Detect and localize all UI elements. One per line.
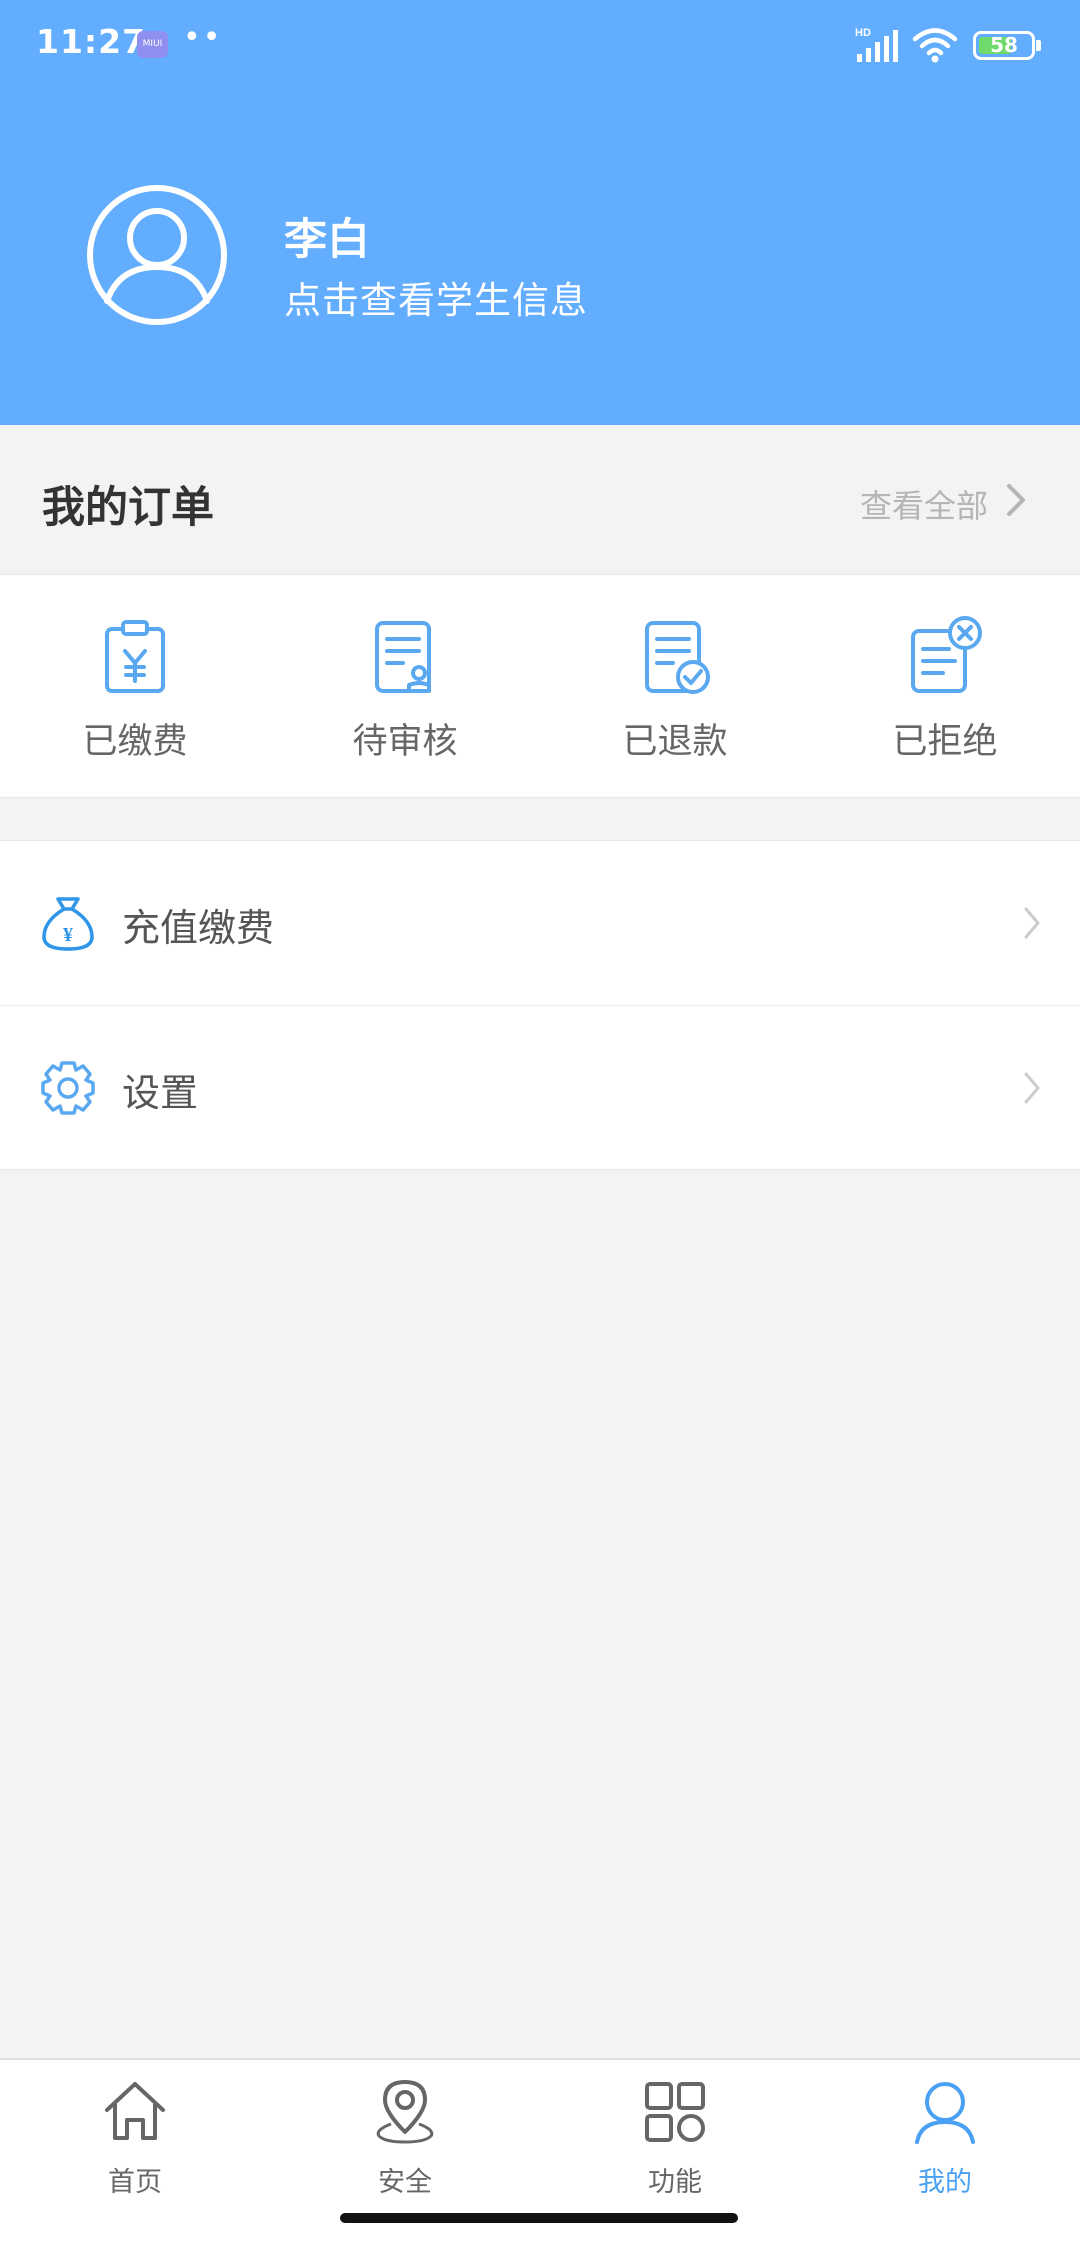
my-orders-title: 我的订单 <box>42 483 214 533</box>
menu-item-recharge[interactable]: ¥ 充值缴费 <box>0 841 1080 1006</box>
menu-list: ¥ 充值缴费 设置 <box>0 840 1080 1170</box>
tab-label: 功能 <box>648 2167 702 2198</box>
order-status-rejected[interactable]: 已拒绝 <box>810 575 1080 797</box>
order-status-label: 待审核 <box>352 722 458 762</box>
location-pin-icon <box>376 2080 434 2144</box>
order-status-label: 已拒绝 <box>892 722 998 762</box>
order-status-refunded[interactable]: 已退款 <box>540 575 810 797</box>
home-icon <box>105 2082 165 2140</box>
tab-functions[interactable]: 功能 <box>540 2072 810 2202</box>
order-status-label: 已退款 <box>622 722 728 762</box>
signal-icon: HD <box>855 27 898 62</box>
battery-level: 58 <box>990 33 1018 57</box>
tab-mine[interactable]: 我的 <box>810 2072 1080 2202</box>
tab-label: 首页 <box>108 2167 162 2198</box>
menu-item-label: 充值缴费 <box>122 906 275 950</box>
student-name[interactable]: 李白 <box>284 205 370 267</box>
network-label: HD <box>855 27 871 39</box>
menu-item-settings[interactable]: 设置 <box>0 1006 1080 1170</box>
chevron-right-icon <box>1024 1072 1040 1104</box>
rejected-x-icon <box>911 616 982 693</box>
tab-label: 安全 <box>378 2167 432 2198</box>
chevron-right-icon[interactable] <box>1005 482 1027 518</box>
chevron-right-icon <box>1024 907 1040 939</box>
order-status-pending[interactable]: 待审核 <box>270 575 540 797</box>
view-student-info-link[interactable]: 点击查看学生信息 <box>284 270 588 324</box>
avatar-icon[interactable] <box>85 183 229 327</box>
money-bag-icon: ¥ <box>42 897 94 951</box>
status-dots: •• <box>183 20 223 55</box>
home-indicator <box>340 2213 738 2223</box>
tab-home[interactable]: 首页 <box>0 2072 270 2202</box>
battery-icon: 58 <box>973 31 1035 60</box>
menu-item-label: 设置 <box>122 1071 199 1115</box>
svg-text:¥: ¥ <box>63 924 73 946</box>
refunded-check-icon <box>645 621 710 694</box>
order-status-card: 已缴费 待审核 已退款 已拒绝 <box>0 574 1080 798</box>
paid-clipboard-icon <box>105 620 165 693</box>
user-icon <box>915 2082 975 2144</box>
miui-badge: MIUI <box>137 31 168 58</box>
wifi-icon <box>912 28 958 63</box>
order-status-paid[interactable]: 已缴费 <box>0 575 270 797</box>
status-time: 11:27 <box>36 22 147 61</box>
apps-grid-icon <box>645 2082 705 2142</box>
tab-label: 我的 <box>918 2167 972 2198</box>
gear-icon <box>41 1061 95 1115</box>
view-all-orders-link[interactable]: 查看全部 <box>860 481 988 527</box>
pending-review-icon <box>375 621 431 693</box>
battery-tip <box>1036 40 1041 51</box>
tab-safety[interactable]: 安全 <box>270 2072 540 2202</box>
order-status-label: 已缴费 <box>82 722 188 762</box>
